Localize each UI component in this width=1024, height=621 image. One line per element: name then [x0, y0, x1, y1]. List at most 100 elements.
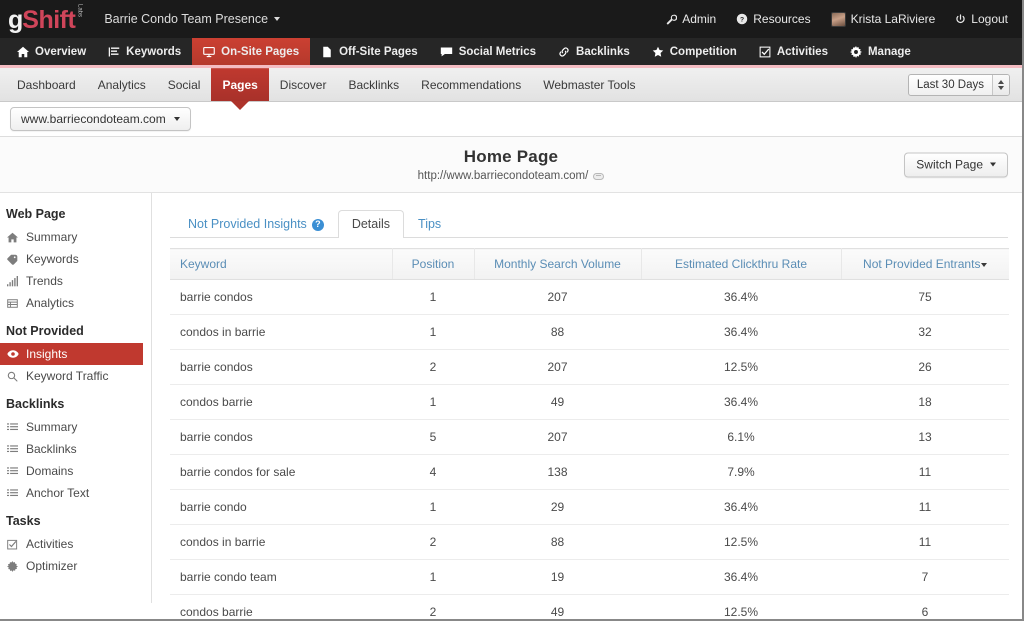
cell-position: 2	[392, 525, 474, 560]
subnav-webmaster-tools[interactable]: Webmaster Tools	[532, 68, 646, 101]
col-header-estimated-clickthru-rate[interactable]: Estimated Clickthru Rate	[641, 249, 841, 280]
table-header-row: Keyword Position Monthly Search Volume E…	[170, 249, 1009, 280]
tab-tips[interactable]: Tips	[404, 210, 455, 238]
application-window: gShiftLabs Barrie Condo Team Presence Ad…	[0, 0, 1024, 621]
cell-entrants: 7	[841, 560, 1009, 595]
sidebar-item-backlinks-summary[interactable]: Summary	[0, 416, 151, 438]
sidebar-item-keywords[interactable]: Keywords	[0, 248, 151, 270]
switch-page-label: Switch Page	[916, 158, 983, 172]
subnav-recommendations[interactable]: Recommendations	[410, 68, 532, 101]
logout-link[interactable]: Logout	[955, 12, 1008, 26]
nav-overview[interactable]: Overview	[6, 38, 97, 65]
external-link-icon[interactable]	[593, 173, 604, 180]
sidebar-item-domains[interactable]: Domains	[0, 460, 151, 482]
subnav-pages[interactable]: Pages	[211, 68, 268, 101]
cell-ctr: 36.4%	[641, 560, 841, 595]
tab-label: Tips	[418, 217, 441, 232]
date-range-selector[interactable]: Last 30 Days	[908, 74, 1010, 96]
nav-competition[interactable]: Competition	[641, 38, 748, 65]
sidebar-item-label: Summary	[26, 230, 77, 244]
admin-label: Admin	[682, 12, 716, 26]
help-icon[interactable]: ?	[312, 219, 324, 231]
cell-position: 1	[392, 280, 474, 315]
gshift-logo[interactable]: gShiftLabs	[8, 8, 82, 33]
cell-entrants: 32	[841, 315, 1009, 350]
domain-label: www.barriecondoteam.com	[21, 112, 166, 126]
switch-page-button[interactable]: Switch Page	[904, 152, 1008, 177]
sidebar-item-label: Keyword Traffic	[26, 369, 108, 383]
nav-off-site-pages[interactable]: Off-Site Pages	[310, 38, 429, 65]
cell-entrants: 11	[841, 455, 1009, 490]
comment-icon	[440, 45, 453, 58]
col-header-monthly-search-volume[interactable]: Monthly Search Volume	[474, 249, 641, 280]
sidebar-item-analytics[interactable]: Analytics	[0, 292, 151, 314]
table-row[interactable]: condos in barrie 2 88 12.5% 11	[170, 525, 1009, 560]
table-row[interactable]: barrie condos for sale 4 138 7.9% 11	[170, 455, 1009, 490]
page-url[interactable]: http://www.barriecondoteam.com/	[418, 170, 589, 182]
nav-activities[interactable]: Activities	[748, 38, 839, 65]
sidebar-item-trends[interactable]: Trends	[0, 270, 151, 292]
cell-position: 1	[392, 385, 474, 420]
domain-bar: www.barriecondoteam.com	[0, 102, 1022, 137]
admin-link[interactable]: Admin	[666, 12, 716, 26]
tab-details[interactable]: Details	[338, 210, 404, 238]
resources-link[interactable]: ? Resources	[736, 12, 810, 26]
top-bar-right: Admin ? Resources Krista LaRiviere Logou…	[666, 12, 1008, 27]
subnav-backlinks[interactable]: Backlinks	[337, 68, 410, 101]
table-row[interactable]: barrie condos 1 207 36.4% 75	[170, 280, 1009, 315]
cell-entrants: 11	[841, 525, 1009, 560]
col-header-not-provided-entrants[interactable]: Not Provided Entrants	[841, 249, 1009, 280]
nav-backlinks[interactable]: Backlinks	[547, 38, 641, 65]
nav-social-metrics[interactable]: Social Metrics	[429, 38, 547, 65]
table-row[interactable]: condos barrie 2 49 12.5% 6	[170, 595, 1009, 621]
logo-g: g	[8, 8, 22, 33]
presence-selector[interactable]: Barrie Condo Team Presence	[104, 12, 280, 26]
top-bar: gShiftLabs Barrie Condo Team Presence Ad…	[0, 0, 1022, 38]
user-name: Krista LaRiviere	[851, 12, 936, 26]
sidebar-item-label: Analytics	[26, 296, 74, 310]
sidebar-item-label: Summary	[26, 420, 77, 434]
subnav-social[interactable]: Social	[157, 68, 212, 101]
table-row[interactable]: barrie condos 2 207 12.5% 26	[170, 350, 1009, 385]
sidebar-item-label: Anchor Text	[26, 486, 89, 500]
subnav-discover[interactable]: Discover	[269, 68, 338, 101]
sidebar-item-label: Activities	[26, 537, 73, 551]
col-header-position[interactable]: Position	[392, 249, 474, 280]
lines-icon	[6, 466, 19, 477]
list-icon	[108, 46, 120, 58]
cell-keyword: barrie condos for sale	[170, 455, 392, 490]
page-header-center: Home Page http://www.barriecondoteam.com…	[418, 147, 605, 182]
nav-on-site-pages[interactable]: On-Site Pages	[192, 38, 310, 65]
sidebar-item-keyword-traffic[interactable]: Keyword Traffic	[0, 365, 151, 387]
cell-volume: 29	[474, 490, 641, 525]
date-range-stepper[interactable]	[992, 75, 1009, 95]
subnav-dashboard[interactable]: Dashboard	[6, 68, 87, 101]
col-header-keyword[interactable]: Keyword	[170, 249, 392, 280]
user-menu[interactable]: Krista LaRiviere	[831, 12, 936, 27]
subnav-analytics[interactable]: Analytics	[87, 68, 157, 101]
sidebar-item-insights[interactable]: Insights	[0, 343, 143, 365]
table-row[interactable]: barrie condos 5 207 6.1% 13	[170, 420, 1009, 455]
cell-volume: 138	[474, 455, 641, 490]
lines-icon	[6, 422, 19, 433]
nav-activities-label: Activities	[777, 46, 828, 58]
cell-ctr: 12.5%	[641, 350, 841, 385]
nav-manage[interactable]: Manage	[839, 38, 922, 65]
nav-keywords[interactable]: Keywords	[97, 38, 192, 65]
sidebar-item-summary[interactable]: Summary	[0, 226, 151, 248]
table-row[interactable]: barrie condo team 1 19 36.4% 7	[170, 560, 1009, 595]
domain-selector[interactable]: www.barriecondoteam.com	[10, 107, 191, 131]
power-icon	[955, 14, 966, 25]
sidebar-item-optimizer[interactable]: Optimizer	[0, 555, 151, 577]
home-icon	[6, 232, 19, 243]
sidebar-item-backlinks[interactable]: Backlinks	[0, 438, 151, 460]
logo-labs: Labs	[76, 4, 82, 17]
sidebar-item-anchor-text[interactable]: Anchor Text	[0, 482, 151, 504]
table-row[interactable]: condos in barrie 1 88 36.4% 32	[170, 315, 1009, 350]
logo-shift: Shift	[22, 8, 75, 33]
tab-not-provided-insights[interactable]: Not Provided Insights ?	[174, 210, 338, 238]
cell-ctr: 36.4%	[641, 315, 841, 350]
table-row[interactable]: barrie condo 1 29 36.4% 11	[170, 490, 1009, 525]
table-row[interactable]: condos barrie 1 49 36.4% 18	[170, 385, 1009, 420]
sidebar-item-activities[interactable]: Activities	[0, 533, 151, 555]
